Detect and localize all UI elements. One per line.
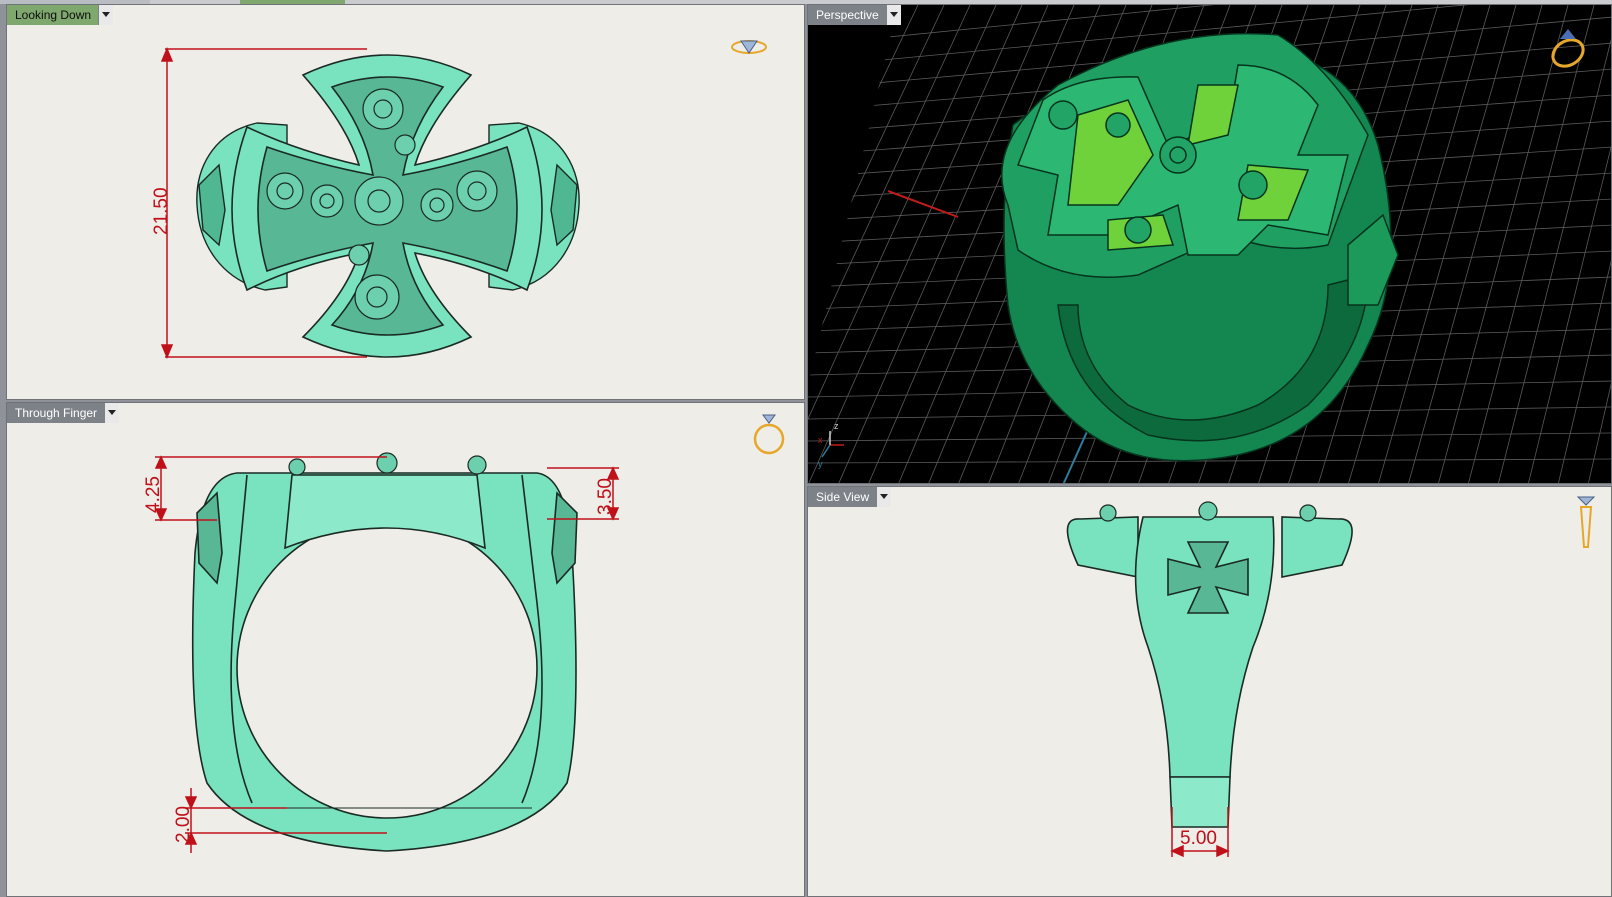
x-axis-line	[887, 190, 959, 218]
ring-front-icon	[753, 414, 785, 455]
viewport-label: Looking Down	[7, 5, 99, 25]
viewport-title-perspective[interactable]: Perspective	[808, 5, 901, 25]
perspective-axes-gizmo: x y z	[818, 421, 844, 469]
ring-side-icon	[1576, 496, 1596, 548]
viewport-label: Side View	[808, 487, 877, 507]
dimension-top-left-label: 4.25	[143, 476, 164, 513]
viewport-through-finger[interactable]: Through Finger 4.25 3.50 2.00	[6, 402, 805, 897]
axis-z-label: z	[834, 421, 839, 431]
dimension-top-right-label: 3.50	[595, 478, 616, 515]
axis-x-label: x	[818, 435, 823, 445]
viewport-perspective[interactable]: Perspective x y z	[807, 4, 1612, 484]
dimension-width-label: 5.00	[1180, 828, 1217, 849]
viewport-label: Perspective	[808, 5, 886, 25]
viewport-menu-dropdown-icon[interactable]	[876, 487, 892, 507]
axis-y-label: y	[818, 459, 823, 469]
top-view-canvas: 21.50	[151, 40, 767, 359]
dimension-bottom-label: 2.00	[173, 806, 194, 843]
front-view-canvas: 4.25 3.50 2.00	[143, 414, 785, 853]
viewport-menu-dropdown-icon[interactable]	[104, 403, 120, 423]
viewport-menu-dropdown-icon[interactable]	[885, 5, 901, 25]
viewport-title-side-view[interactable]: Side View	[808, 487, 892, 507]
dimension-height-label: 21.50	[151, 187, 172, 235]
viewport-label: Through Finger	[7, 403, 105, 423]
ring-model-perspective	[1001, 32, 1399, 462]
ring-gem-top-icon	[731, 40, 767, 54]
ring-side-model	[1066, 516, 1353, 828]
ring-band-front	[191, 472, 578, 852]
ring-orbit-icon	[1551, 29, 1585, 68]
viewport-menu-dropdown-icon[interactable]	[98, 5, 114, 25]
viewport-title-through-finger[interactable]: Through Finger	[7, 403, 120, 423]
perspective-canvas: x y z	[808, 5, 1611, 483]
side-view-canvas: 5.00	[1066, 496, 1596, 858]
viewport-title-looking-down[interactable]: Looking Down	[7, 5, 114, 25]
viewport-looking-down[interactable]: Looking Down 21.50	[6, 4, 805, 400]
viewport-side-view[interactable]: Side View 5.00	[807, 486, 1612, 897]
